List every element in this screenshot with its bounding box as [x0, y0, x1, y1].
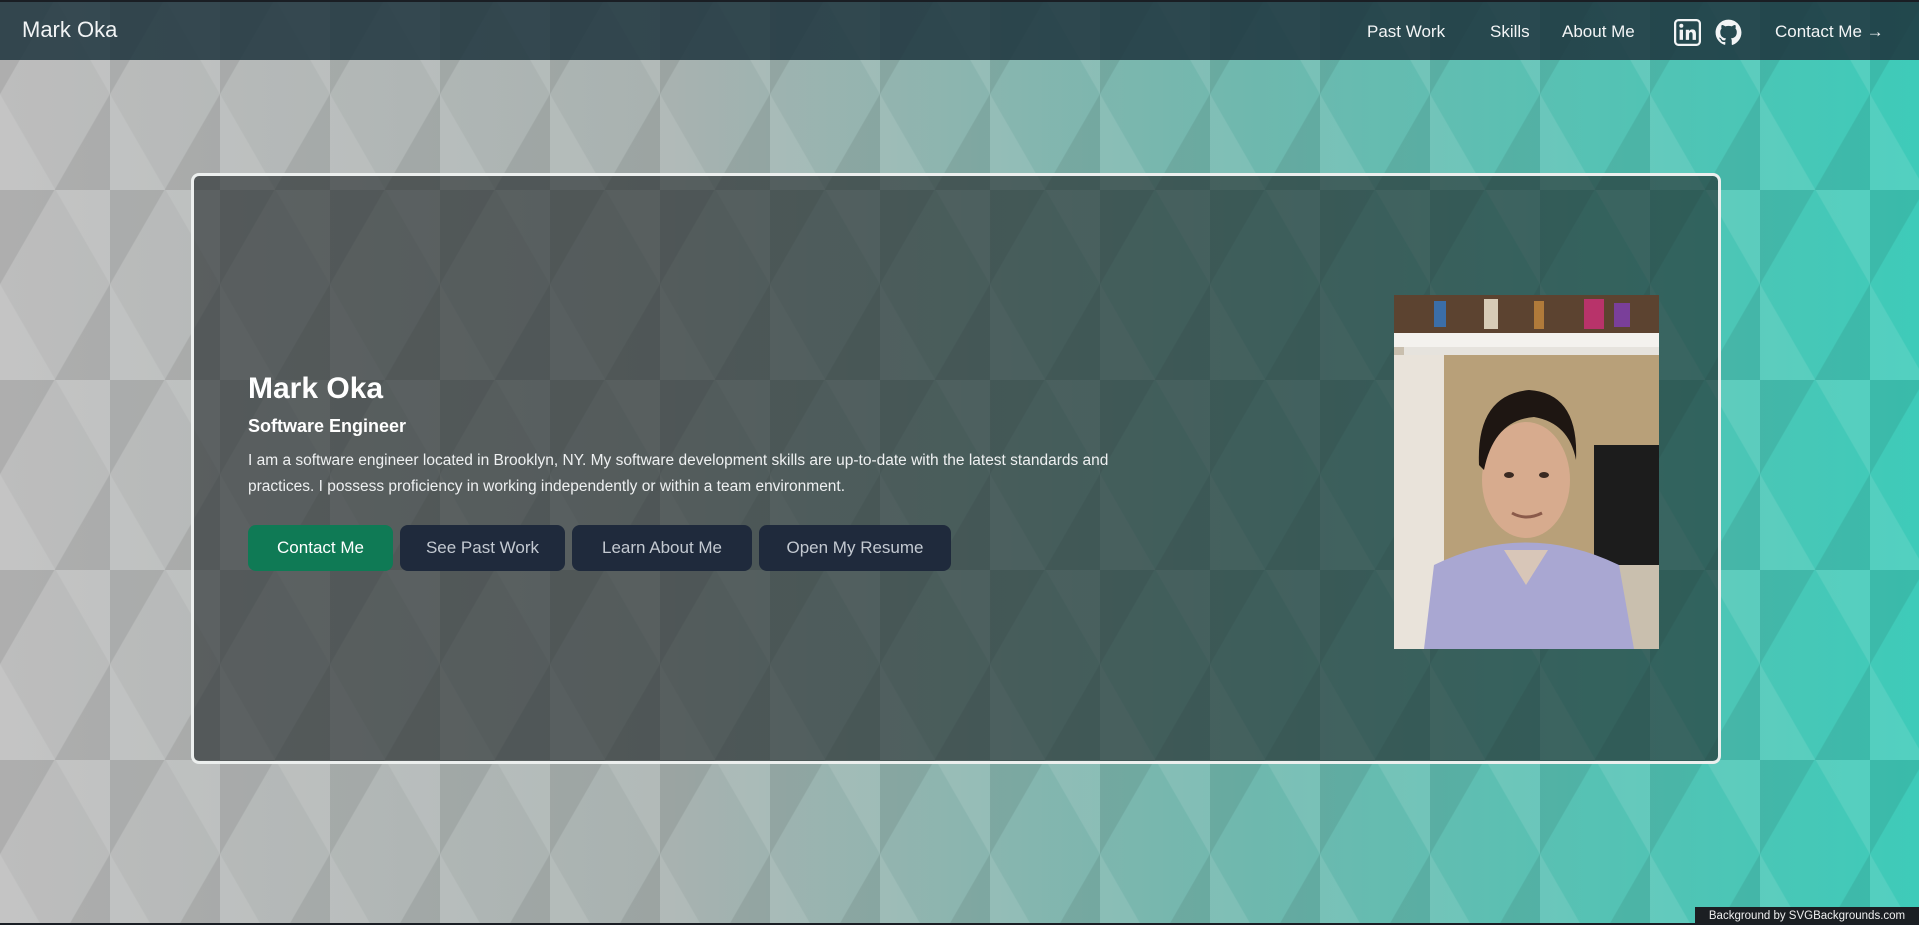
arrow-right-icon: → — [1866, 22, 1884, 41]
see-past-work-button[interactable]: See Past Work — [400, 525, 565, 571]
navbar: Mark Oka Past Work Skills About Me Conta… — [0, 2, 1919, 60]
nav-link-about-me[interactable]: About Me — [1562, 22, 1635, 42]
brand-link[interactable]: Mark Oka — [22, 17, 117, 43]
hero-description: I am a software engineer located in Broo… — [248, 452, 1109, 495]
nav-link-skills[interactable]: Skills — [1490, 22, 1530, 42]
nav-contact-link[interactable]: Contact Me → — [1775, 22, 1884, 42]
linkedin-icon[interactable] — [1674, 19, 1701, 46]
open-resume-button[interactable]: Open My Resume — [759, 525, 951, 571]
nav-contact-label: Contact Me — [1775, 22, 1862, 41]
github-icon[interactable] — [1715, 19, 1742, 46]
profile-photo — [1394, 295, 1659, 649]
learn-about-me-button[interactable]: Learn About Me — [572, 525, 752, 571]
nav-link-past-work[interactable]: Past Work — [1367, 22, 1445, 42]
contact-me-button[interactable]: Contact Me — [248, 525, 393, 571]
hero-card: Mark Oka Software Engineer I am a softwa… — [191, 173, 1721, 764]
hero-role: Software Engineer — [248, 416, 407, 436]
portrait-illustration — [1394, 295, 1659, 649]
hero-name: Mark Oka — [248, 372, 384, 405]
